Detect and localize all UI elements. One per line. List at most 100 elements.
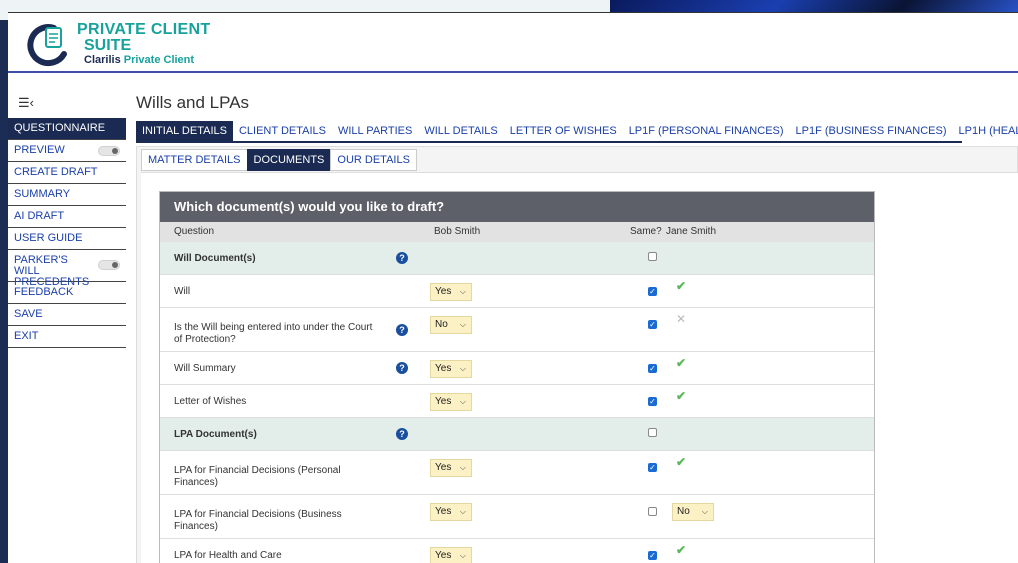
same-checkbox[interactable]: ✓ [648, 320, 657, 329]
answer-select-value: Yes [435, 286, 452, 297]
brand-subtitle: Clarilis Private Client [84, 54, 195, 66]
question-text: Will [174, 286, 191, 297]
tab-initial-details[interactable]: INITIAL DETAILS [136, 121, 233, 141]
question-text: Is the Will being entered into under the… [174, 322, 373, 345]
tab-letter-of-wishes[interactable]: LETTER OF WISHES [504, 121, 623, 141]
answer-select[interactable]: Yes ⌵ [430, 503, 472, 521]
same-checkbox[interactable] [648, 428, 657, 437]
sidebar-item-exit[interactable]: EXIT [8, 326, 126, 348]
chevron-down-icon: ⌵ [701, 507, 708, 516]
question-text: LPA for Financial Decisions (Business Fi… [174, 509, 342, 532]
sidebar-item-parker-s-will-precedents[interactable]: PARKER'S WILL PRECEDENTS [8, 250, 126, 288]
table-row: LPA for Health and Care Yes ⌵ ✓ ✔ [160, 539, 874, 563]
table-row: Letter of Wishes Yes ⌵ ✓ ✔ [160, 385, 874, 418]
col-same: Same? [630, 226, 662, 237]
sidebar-nav: QUESTIONNAIRE PREVIEW CREATE DRAFT SUMMARY A… [8, 118, 126, 348]
preview-toggle[interactable] [98, 146, 120, 156]
help-icon[interactable]: ? [396, 252, 408, 264]
secondary-tabs: MATTER DETAILS DOCUMENTS OUR DETAILS [141, 149, 417, 171]
table-row: Will Summary? Yes ⌵ ✓ ✔ [160, 352, 874, 385]
sidebar-item-label: FEEDBACK [14, 286, 74, 298]
answer-select-value: Yes [435, 550, 452, 561]
sidebar-item-label: PREVIEW [14, 144, 65, 156]
sidebar-item-label: AI DRAFT [14, 210, 65, 222]
primary-tabs: INITIAL DETAILS CLIENT DETAILS WILL PARTIE… [136, 121, 1018, 143]
tab-documents[interactable]: DOCUMENTS [246, 149, 331, 171]
column-headers: Question Bob Smith Same? Jane Smith [160, 222, 874, 242]
table-row: LPA for Financial Decisions (Personal Fi… [160, 451, 874, 495]
tab-matter-details[interactable]: MATTER DETAILS [141, 149, 247, 171]
help-icon[interactable]: ? [396, 324, 408, 336]
answer-select-value: Yes [435, 396, 452, 407]
brand-title-suite: SUITE [84, 37, 132, 54]
answer-select[interactable]: Yes ⌵ [430, 459, 472, 477]
menu-collapse-icon[interactable]: ☰‹ [18, 95, 34, 111]
chevron-down-icon: ⌵ [459, 397, 466, 406]
answer-select[interactable]: Yes ⌵ [430, 360, 472, 378]
question-text: Will Document(s) [174, 253, 256, 264]
card-title: Which document(s) would you like to draf… [160, 192, 874, 222]
table-row: Will Yes ⌵ ✓ ✔ [160, 275, 874, 308]
same-checkbox[interactable] [648, 252, 657, 261]
checkmark-icon: ✔ [676, 356, 687, 370]
tab-lp1h-health-care[interactable]: LP1H (HEALTH & CARE) [953, 121, 1018, 141]
answer-select[interactable]: Yes ⌵ [430, 283, 472, 301]
sidebar-item-ai-draft[interactable]: AI DRAFT [8, 206, 126, 228]
col-question: Question [174, 226, 215, 237]
same-checkbox[interactable]: ✓ [648, 287, 657, 296]
question-text: LPA for Financial Decisions (Personal Fi… [174, 465, 341, 488]
help-icon[interactable]: ? [396, 428, 408, 440]
sidebar-item-summary[interactable]: SUMMARY [8, 184, 126, 206]
same-checkbox[interactable]: ✓ [648, 463, 657, 472]
sidebar-item-label: CREATE DRAFT [14, 166, 98, 178]
tab-lp1f-business-finances[interactable]: LP1F (BUSINESS FINANCES) [790, 121, 953, 141]
sidebar-item-create-draft[interactable]: CREATE DRAFT [8, 162, 126, 184]
question-rows: Will Document(s)? Will Yes ⌵ ✓ ✔ Is the Will b… [160, 242, 874, 563]
sidebar-item-preview[interactable]: PREVIEW [8, 140, 126, 162]
same-checkbox[interactable]: ✓ [648, 397, 657, 406]
answer-select-value: Yes [435, 462, 452, 473]
question-text: Will Summary [174, 363, 236, 374]
tab-our-details[interactable]: OUR DETAILS [330, 149, 417, 171]
same-checkbox[interactable]: ✓ [648, 364, 657, 373]
table-row: LPA for Financial Decisions (Business Fi… [160, 495, 874, 539]
tab-will-parties[interactable]: WILL PARTIES [332, 121, 418, 141]
tab-lp1f-personal-finances[interactable]: LP1F (PERSONAL FINANCES) [623, 121, 790, 141]
documents-content: Which document(s) would you like to draf… [141, 172, 1018, 563]
question-text: LPA for Health and Care [174, 550, 282, 561]
sidebar-item-label: USER GUIDE [14, 232, 83, 244]
logo-icon [27, 24, 67, 67]
parker-s-will-precedents-toggle[interactable] [98, 260, 120, 270]
answer-select[interactable]: No ⌵ [430, 316, 472, 334]
checkmark-icon: ✔ [676, 543, 687, 557]
col-client2: Jane Smith [666, 226, 717, 237]
chevron-down-icon: ⌵ [459, 507, 466, 516]
answer-select[interactable]: Yes ⌵ [430, 547, 472, 563]
same-checkbox[interactable] [648, 507, 657, 516]
sidebar-item-label: EXIT [14, 330, 39, 342]
chevron-down-icon: ⌵ [459, 463, 466, 472]
sidebar-item-save[interactable]: SAVE [8, 304, 126, 326]
sidebar-item-label: QUESTIONNAIRE [14, 122, 106, 134]
page-title: Wills and LPAs [136, 93, 250, 112]
same-checkbox[interactable]: ✓ [648, 551, 657, 560]
col-client1: Bob Smith [434, 226, 481, 237]
chevron-down-icon: ⌵ [459, 320, 466, 329]
sidebar-item-feedback[interactable]: FEEDBACK [8, 282, 126, 304]
question-text: LPA Document(s) [174, 429, 257, 440]
sidebar-item-user-guide[interactable]: USER GUIDE [8, 228, 126, 250]
answer-select-value: Yes [435, 363, 452, 374]
sidebar-item-label: SUMMARY [14, 188, 71, 200]
answer-select-value: No [677, 506, 690, 517]
tab-panel: MATTER DETAILS DOCUMENTS OUR DETAILS Which… [136, 146, 1018, 563]
sidebar-item-questionnaire[interactable]: QUESTIONNAIRE [8, 118, 126, 140]
chevron-down-icon: ⌵ [459, 551, 466, 560]
answer-select-value: No [435, 319, 448, 330]
tab-will-details[interactable]: WILL DETAILS [418, 121, 503, 141]
answer-select[interactable]: Yes ⌵ [430, 393, 472, 411]
answer-select-client2[interactable]: No ⌵ [672, 503, 714, 521]
app-header: PRIVATE CLIENT SUITE Clarilis Private Cl… [8, 13, 1018, 73]
help-icon[interactable]: ? [396, 362, 408, 374]
tab-client-details[interactable]: CLIENT DETAILS [233, 121, 332, 141]
question-card: Which document(s) would you like to draf… [159, 191, 875, 563]
